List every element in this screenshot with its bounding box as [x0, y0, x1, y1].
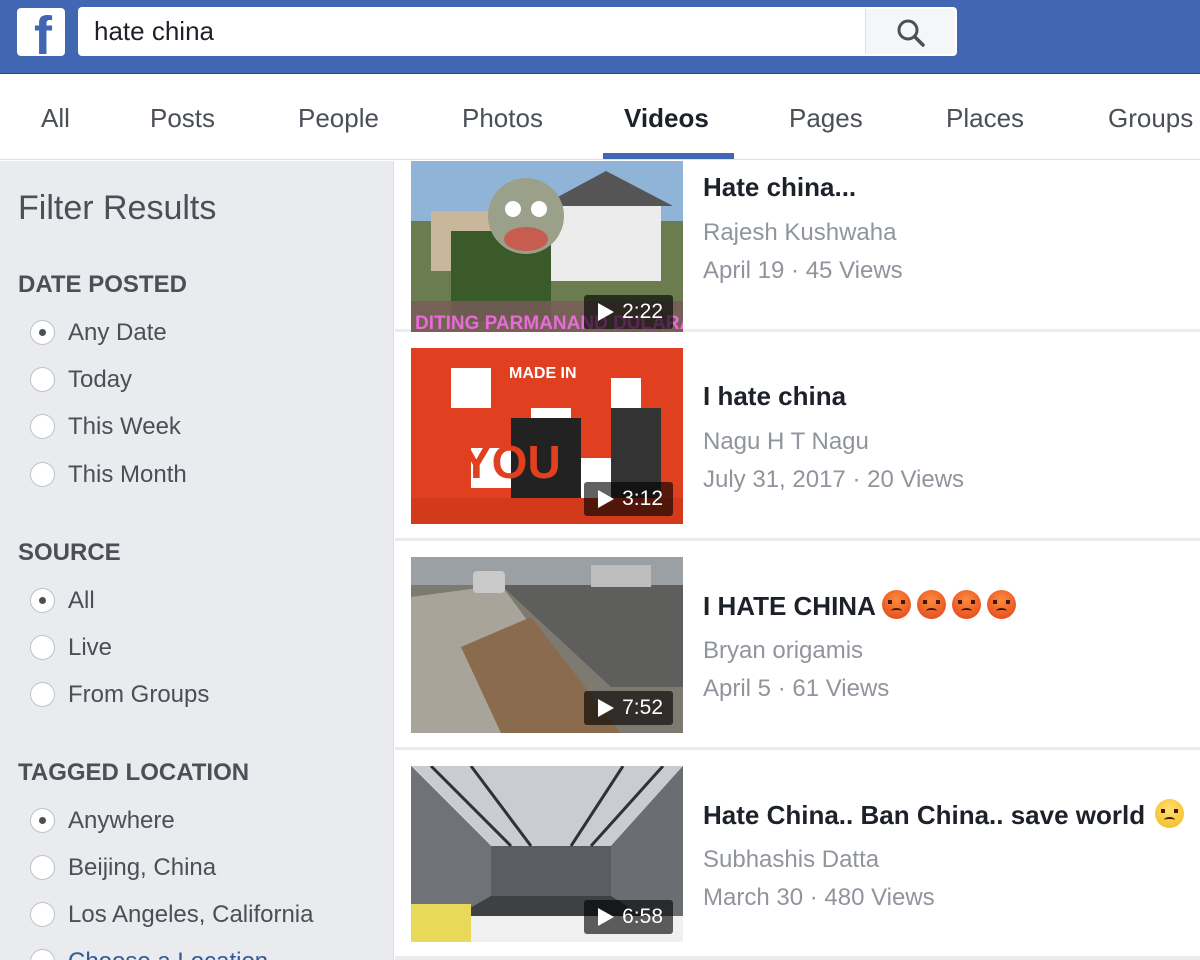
radio-icon[interactable]	[30, 414, 55, 439]
facebook-logo-icon[interactable]: f	[17, 8, 65, 56]
radio-icon[interactable]	[30, 367, 55, 392]
video-duration: 7:52	[584, 691, 673, 725]
angry-emoji-icon	[951, 590, 981, 619]
svg-text:MADE IN: MADE IN	[509, 365, 577, 382]
tab-groups[interactable]: Groups	[1108, 75, 1193, 160]
play-icon	[598, 490, 615, 508]
video-title[interactable]: Hate china...	[703, 172, 856, 203]
video-thumbnail[interactable]: DITING PARMANAND DULARA 2:22	[411, 161, 683, 337]
video-duration: 2:22	[584, 295, 673, 329]
date-posted-heading: DATE POSTED	[18, 271, 187, 298]
play-icon	[598, 699, 615, 717]
tab-places[interactable]: Places	[946, 75, 1024, 160]
svg-text:YOU: YOU	[461, 436, 561, 488]
video-meta: March 30 · 480 Views	[703, 884, 935, 911]
video-thumbnail[interactable]: 6:58	[411, 766, 683, 942]
video-title[interactable]: Hate China.. Ban China.. save world	[703, 799, 1185, 831]
search-input[interactable]: hate china	[94, 7, 854, 56]
tab-people[interactable]: People	[298, 75, 379, 160]
video-result[interactable]: 7:52 I HATE CHINA Bryan origamis April 5…	[395, 541, 1200, 747]
top-bar: f hate china	[0, 0, 1200, 74]
radio-icon[interactable]	[30, 902, 55, 927]
filter-sidebar: Filter Results DATE POSTED Any Date Toda…	[0, 161, 394, 960]
tagged-location-heading: TAGGED LOCATION	[18, 759, 250, 786]
radio-selected-icon[interactable]	[30, 588, 55, 613]
angry-emoji-icon	[986, 590, 1016, 619]
choose-location-link[interactable]: Choose a Location...	[68, 947, 288, 960]
video-author[interactable]: Subhashis Datta	[703, 846, 879, 874]
video-duration: 6:58	[584, 900, 673, 934]
tab-pages[interactable]: Pages	[789, 75, 863, 160]
play-icon	[598, 908, 615, 926]
video-duration: 3:12	[584, 482, 673, 516]
radio-selected-icon[interactable]	[30, 808, 55, 833]
radio-selected-icon[interactable]	[30, 320, 55, 345]
search-box[interactable]: hate china	[78, 7, 957, 56]
tab-photos[interactable]: Photos	[462, 75, 543, 160]
video-meta: April 19 · 45 Views	[703, 257, 903, 284]
video-author[interactable]: Nagu H T Nagu	[703, 428, 869, 456]
video-thumbnail[interactable]: MADE IN YOU 3:12	[411, 348, 683, 524]
video-author[interactable]: Rajesh Kushwaha	[703, 219, 896, 247]
sad-emoji-icon	[1155, 799, 1185, 828]
radio-icon[interactable]	[30, 855, 55, 880]
tab-all[interactable]: All	[41, 75, 70, 160]
video-results-list: DITING PARMANAND DULARA 2:22 Hate china.…	[395, 161, 1200, 960]
video-title[interactable]: I HATE CHINA	[703, 590, 1016, 622]
radio-icon[interactable]	[30, 635, 55, 660]
tab-videos[interactable]: Videos	[624, 75, 709, 160]
video-result[interactable]: MADE IN YOU 3:12 I hate china Nagu H T N…	[395, 332, 1200, 538]
radio-icon[interactable]	[30, 949, 55, 960]
radio-icon[interactable]	[30, 682, 55, 707]
video-meta: July 31, 2017 · 20 Views	[703, 466, 965, 493]
angry-emoji-icon	[916, 590, 946, 619]
radio-icon[interactable]	[30, 462, 55, 487]
search-icon	[897, 19, 925, 47]
video-meta: April 5 · 61 Views	[703, 675, 890, 702]
source-heading: SOURCE	[18, 539, 121, 566]
search-filter-tabs: All Posts People Photos Videos Pages Pla…	[0, 75, 1200, 160]
search-button[interactable]	[865, 9, 955, 54]
play-icon	[598, 303, 615, 321]
tab-posts[interactable]: Posts	[150, 75, 215, 160]
video-result[interactable]: DITING PARMANAND DULARA 2:22 Hate china.…	[395, 161, 1200, 337]
video-author[interactable]: Bryan origamis	[703, 637, 863, 665]
filter-results-title: Filter Results	[18, 189, 217, 227]
video-result[interactable]: 6:58 Hate China.. Ban China.. save world…	[395, 750, 1200, 956]
active-tab-indicator	[603, 153, 734, 159]
video-title[interactable]: I hate china	[703, 381, 846, 412]
angry-emoji-icon	[881, 590, 911, 619]
video-thumbnail[interactable]: 7:52	[411, 557, 683, 733]
